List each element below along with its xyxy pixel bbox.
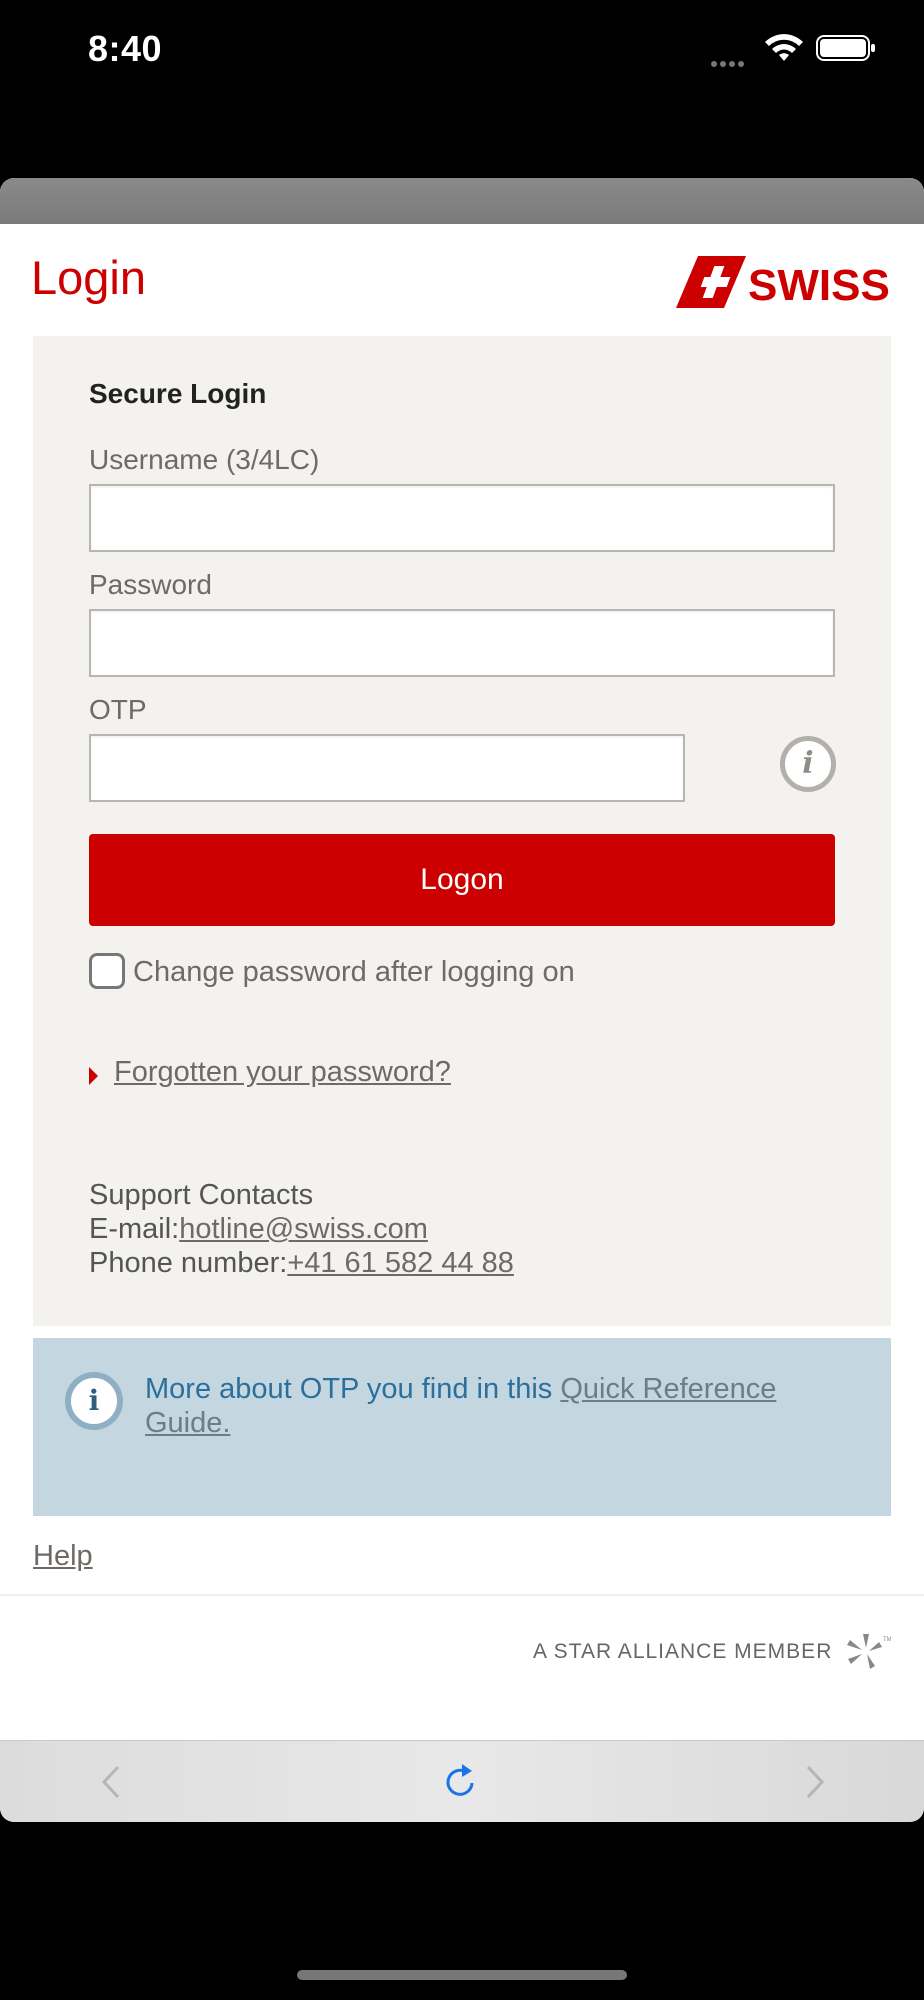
username-input[interactable] bbox=[89, 484, 835, 552]
status-bar: 8:40 bbox=[0, 0, 924, 100]
reload-icon[interactable] bbox=[440, 1761, 482, 1803]
login-sheet: Login SWISS Secure Login Username (3/4LC… bbox=[0, 178, 924, 1822]
support-contacts: Support Contacts E-mail:hotline@swiss.co… bbox=[89, 1178, 514, 1280]
support-phone-row: Phone number:+41 61 582 44 88 bbox=[89, 1246, 514, 1280]
secure-login-heading: Secure Login bbox=[89, 378, 267, 409]
otp-info-text: More about OTP you find in this Quick Re… bbox=[145, 1372, 825, 1440]
swiss-cross-icon bbox=[676, 256, 746, 308]
otp-input[interactable] bbox=[89, 734, 685, 802]
password-label: Password bbox=[89, 569, 212, 600]
arrow-bullet-icon bbox=[89, 1067, 98, 1085]
svg-text:TM: TM bbox=[883, 1637, 891, 1643]
email-label: E-mail: bbox=[89, 1213, 180, 1245]
svg-text:SWISS: SWISS bbox=[748, 261, 890, 308]
otp-info-message: More about OTP you find in this bbox=[145, 1373, 561, 1405]
otp-info-icon[interactable]: i bbox=[780, 736, 836, 792]
help-link[interactable]: Help bbox=[33, 1540, 93, 1573]
phone-link[interactable]: +41 61 582 44 88 bbox=[287, 1247, 514, 1279]
home-indicator[interactable] bbox=[297, 1970, 627, 1980]
browser-toolbar bbox=[0, 1740, 924, 1822]
footer-divider bbox=[0, 1594, 924, 1596]
support-heading: Support Contacts bbox=[89, 1179, 314, 1211]
forgot-password-link[interactable]: Forgotten your password? bbox=[114, 1056, 451, 1089]
email-link[interactable]: hotline@swiss.com bbox=[179, 1213, 428, 1245]
status-time: 8:40 bbox=[88, 28, 163, 69]
star-alliance-icon: TM bbox=[847, 1634, 891, 1669]
username-label: Username (3/4LC) bbox=[89, 444, 320, 475]
sheet-grabber[interactable] bbox=[0, 178, 924, 224]
swiss-logo: SWISS bbox=[676, 256, 890, 308]
info-icon: i bbox=[65, 1372, 123, 1430]
otp-info-box: i More about OTP you find in this Quick … bbox=[33, 1338, 891, 1516]
login-panel: Secure Login Username (3/4LC) Password O… bbox=[33, 336, 891, 1326]
star-alliance-text: A STAR ALLIANCE MEMBER bbox=[533, 1640, 833, 1663]
back-icon[interactable] bbox=[92, 1761, 134, 1803]
signal-icon bbox=[711, 54, 747, 72]
phone-label: Phone number: bbox=[89, 1247, 288, 1279]
otp-label: OTP bbox=[89, 694, 147, 725]
page-header: Login SWISS bbox=[0, 224, 924, 336]
change-password-label[interactable]: Change password after logging on bbox=[133, 956, 575, 989]
forward-icon[interactable] bbox=[794, 1761, 836, 1803]
page-title: Login bbox=[31, 251, 146, 304]
logon-button[interactable]: Logon bbox=[89, 834, 835, 926]
password-input[interactable] bbox=[89, 609, 835, 677]
battery-icon bbox=[816, 35, 875, 61]
change-password-checkbox[interactable] bbox=[89, 953, 125, 989]
wifi-icon bbox=[765, 34, 803, 61]
support-email-row: E-mail:hotline@swiss.com bbox=[89, 1212, 514, 1246]
